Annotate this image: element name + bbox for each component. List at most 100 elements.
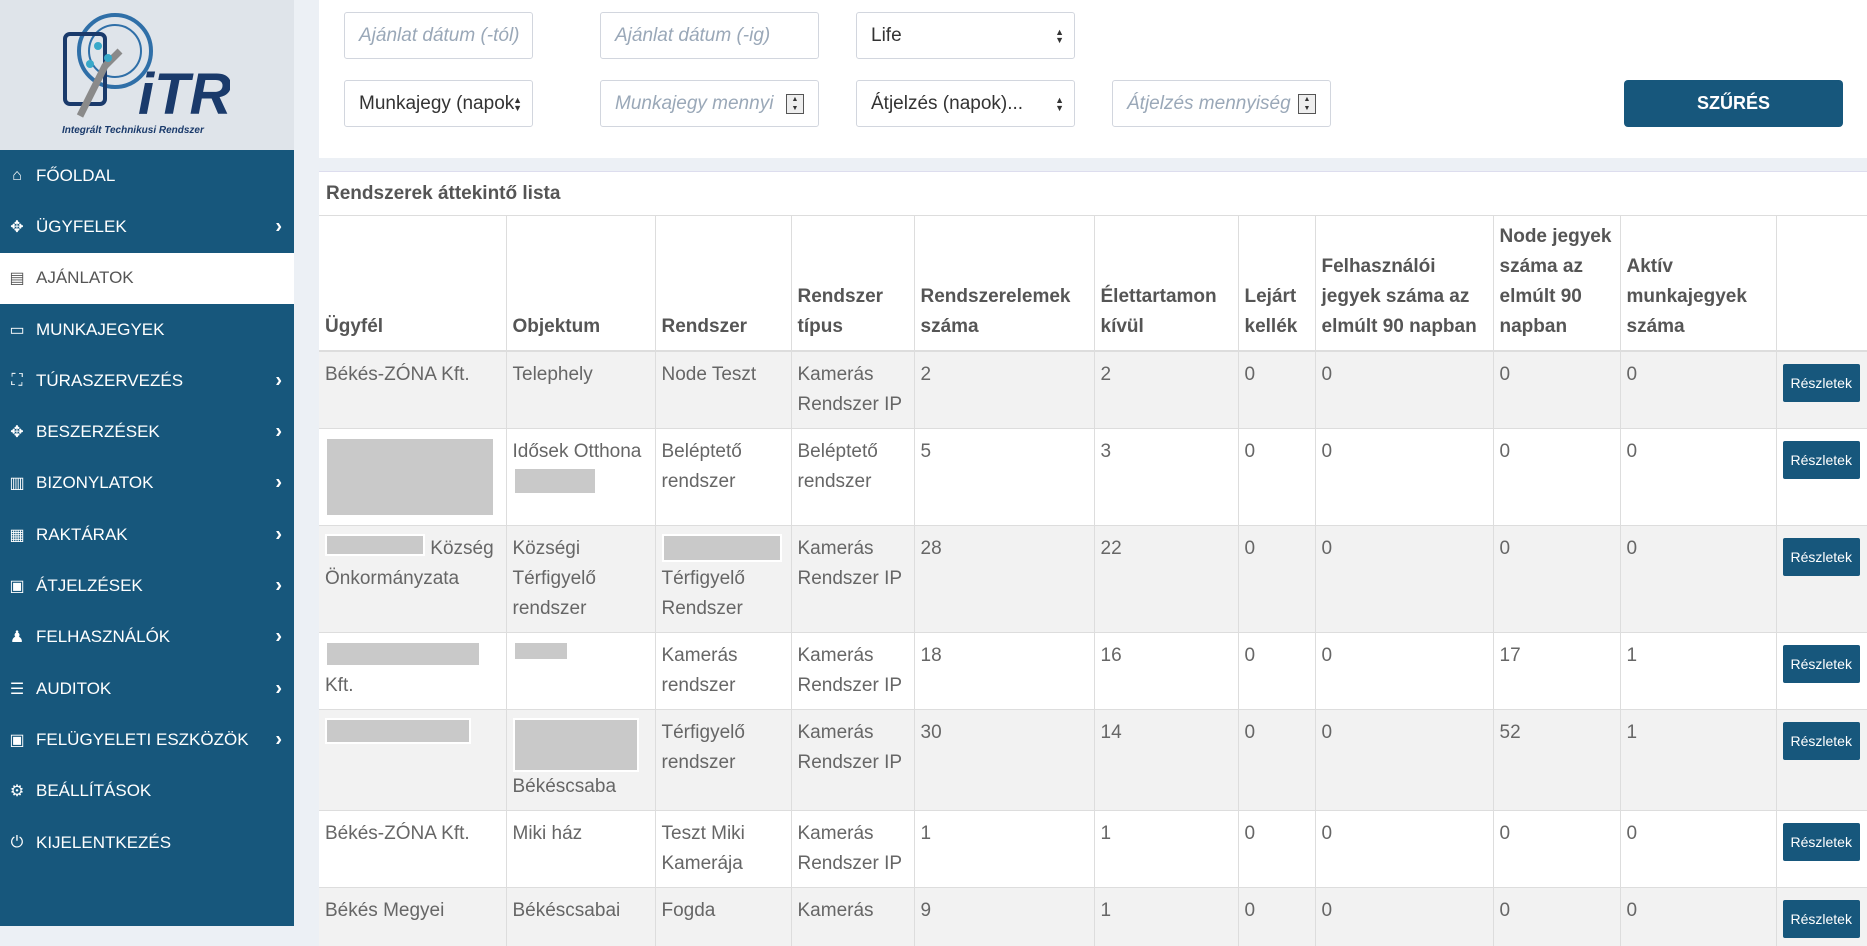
sidebar-item-ajánlatok[interactable]: ▤AJÁNLATOK <box>0 253 294 304</box>
sidebar-item-bizonylatok[interactable]: ▥BIZONYLATOK› <box>0 458 294 509</box>
sidebar-item-felhasználók[interactable]: ♟FELHASZNÁLÓK› <box>0 612 294 663</box>
ticket-quantity-input[interactable]: Munkajegy mennyi ▲▼ <box>600 80 819 127</box>
cell-object: Miki ház <box>506 811 655 888</box>
ticket-days-select[interactable]: Munkajegy (napok ▲▼ <box>344 80 533 127</box>
details-button[interactable]: Részletek <box>1783 823 1860 861</box>
cell-text: 0 <box>1245 441 1256 462</box>
sidebar-item-munkajegyek[interactable]: ▭MUNKAJEGYEK <box>0 304 294 355</box>
column-header[interactable]: Aktív munkajegyek száma <box>1620 216 1776 351</box>
cell-expired: 0 <box>1238 429 1315 526</box>
sidebar-item-főoldal[interactable]: ⌂FŐOLDAL <box>0 150 294 201</box>
sidebar-menu: ⌂FŐOLDAL✥ÜGYFELEK›▤AJÁNLATOK▭MUNKAJEGYEK… <box>0 150 294 868</box>
cell-text: Kamerás Rendszer IP <box>798 722 903 773</box>
table-header-row: ÜgyfélObjektumRendszerRendszer típusRend… <box>319 216 1867 351</box>
sidebar-item-label: BEÁLLÍTÁSOK <box>36 781 151 801</box>
cell-text: 0 <box>1322 722 1333 743</box>
cell-node-tickets: 0 <box>1493 811 1620 888</box>
details-button[interactable]: Részletek <box>1783 364 1860 402</box>
cell-text: Miki ház <box>513 823 583 844</box>
cell-actions: Részletek <box>1776 888 1867 946</box>
life-select-value: Life <box>871 25 902 47</box>
details-button[interactable]: Részletek <box>1783 538 1860 576</box>
column-header[interactable]: Felhasználói jegyek száma az elmúlt 90 n… <box>1315 216 1493 351</box>
column-header[interactable]: Objektum <box>506 216 655 351</box>
details-button[interactable]: Részletek <box>1783 441 1860 479</box>
offer-date-to-placeholder: Ajánlat dátum (-ig) <box>615 25 770 47</box>
cell-active-tickets: 0 <box>1620 429 1776 526</box>
chevron-right-icon: › <box>275 523 282 546</box>
column-header[interactable] <box>1776 216 1867 351</box>
sidebar-item-label: BIZONYLATOK <box>36 473 153 493</box>
cell-user-tickets: 0 <box>1315 633 1493 710</box>
offer-date-from-input[interactable]: Ajánlat dátum (-tól) <box>344 12 533 59</box>
cell-text: 0 <box>1245 538 1256 559</box>
offer-date-to-input[interactable]: Ajánlat dátum (-ig) <box>600 12 819 59</box>
cell-text: Teszt Miki Kamerája <box>662 823 745 874</box>
column-header[interactable]: Ügyfél <box>319 216 506 351</box>
cell-text: 0 <box>1500 364 1511 385</box>
column-header[interactable]: Élettartamon kívül <box>1094 216 1238 351</box>
cell-text: 5 <box>921 441 932 462</box>
sidebar-item-kijelentkezés[interactable]: ⏻KIJELENTKEZÉS <box>0 817 294 868</box>
column-header[interactable]: Rendszer <box>655 216 791 351</box>
logo-caption: Integrált Technikusi Rendszer <box>62 125 204 136</box>
details-button[interactable]: Részletek <box>1783 900 1860 938</box>
redacted-block <box>662 534 782 562</box>
sidebar-item-label: AJÁNLATOK <box>36 268 134 288</box>
cell-text: 0 <box>1627 364 1638 385</box>
column-header[interactable]: Rendszerelemek száma <box>914 216 1094 351</box>
cell-text: 0 <box>1322 645 1333 666</box>
sidebar-item-túraszervezés[interactable]: ⛶TÚRASZERVEZÉS› <box>0 355 294 406</box>
alarm-quantity-input[interactable]: Átjelzés mennyiség ▲▼ <box>1112 80 1331 127</box>
sidebar-item-label: FELHASZNÁLÓK <box>36 627 170 647</box>
life-select[interactable]: Life ▲▼ <box>856 12 1075 59</box>
redacted-block <box>513 718 639 772</box>
home-icon: ⌂ <box>6 167 28 185</box>
sidebar-item-átjelzések[interactable]: ▣ÁTJELZÉSEK› <box>0 560 294 611</box>
list-title: Rendszerek áttekintő lista <box>319 172 1867 216</box>
cell-system: Teszt Miki Kamerája <box>655 811 791 888</box>
cell-text: 0 <box>1500 900 1511 921</box>
gear-icon: ⚙ <box>6 782 28 800</box>
details-button[interactable]: Részletek <box>1783 722 1860 760</box>
sidebar-item-label: RAKTÁRAK <box>36 525 128 545</box>
logo[interactable]: iTR Integrált Technikusi Rendszer <box>0 0 294 150</box>
cell-text: 9 <box>921 900 932 921</box>
cell-user-tickets: 0 <box>1315 526 1493 633</box>
cell-active-tickets: 0 <box>1620 888 1776 946</box>
cell-text: 28 <box>921 538 942 559</box>
ticket-icon: ▭ <box>6 321 28 339</box>
table-row: Békés-ZÓNA Kft.TelephelyNode TesztKamerá… <box>319 351 1867 429</box>
cell-text: 0 <box>1322 900 1333 921</box>
details-button[interactable]: Részletek <box>1783 645 1860 683</box>
cell-text: Kamerás Rendszer IP <box>798 538 903 589</box>
cell-text: 0 <box>1627 441 1638 462</box>
sidebar-item-label: AUDITOK <box>36 679 111 699</box>
sidebar-item-beállítások[interactable]: ⚙ BEÁLLÍTÁSOK <box>0 766 294 817</box>
column-header[interactable]: Node jegyek száma az elmúlt 90 napban <box>1493 216 1620 351</box>
select-arrows-icon: ▲▼ <box>1055 28 1064 44</box>
column-header[interactable]: Rendszer típus <box>791 216 914 351</box>
sidebar-item-raktárak[interactable]: ▦RAKTÁRAK› <box>0 509 294 560</box>
cell-elements: 2 <box>914 351 1094 429</box>
sidebar-item-label: ÁTJELZÉSEK <box>36 576 143 596</box>
sidebar-item-felügyeleti-eszközök[interactable]: ▣FELÜGYELETI ESZKÖZÖK› <box>0 714 294 765</box>
table-row: Békés-ZÓNA Kft.Miki házTeszt Miki Kamerá… <box>319 811 1867 888</box>
chevron-right-icon: › <box>275 626 282 649</box>
alarm-days-select[interactable]: Átjelzés (napok)... ▲▼ <box>856 80 1075 127</box>
cell-text: 14 <box>1101 722 1122 743</box>
cell-text: Kamerás <box>798 900 874 921</box>
column-header[interactable]: Lejárt kellék <box>1238 216 1315 351</box>
number-spinner-icon[interactable]: ▲▼ <box>1298 94 1316 114</box>
cell-elements: 30 <box>914 710 1094 811</box>
number-spinner-icon[interactable]: ▲▼ <box>786 94 804 114</box>
sidebar-item-ügyfelek[interactable]: ✥ÜGYFELEK› <box>0 201 294 252</box>
select-arrows-icon: ▲▼ <box>1055 96 1064 112</box>
sidebar-item-beszerzések[interactable]: ✥BESZERZÉSEK› <box>0 406 294 457</box>
cell-text: Térfigyelő Rendszer <box>662 568 745 619</box>
chevron-right-icon: › <box>275 421 282 444</box>
cell-out-of-life: 2 <box>1094 351 1238 429</box>
sidebar-item-auditok[interactable]: ☰AUDITOK› <box>0 663 294 714</box>
cell-text: 2 <box>1101 364 1112 385</box>
filter-button[interactable]: SZŰRÉS <box>1624 80 1843 127</box>
